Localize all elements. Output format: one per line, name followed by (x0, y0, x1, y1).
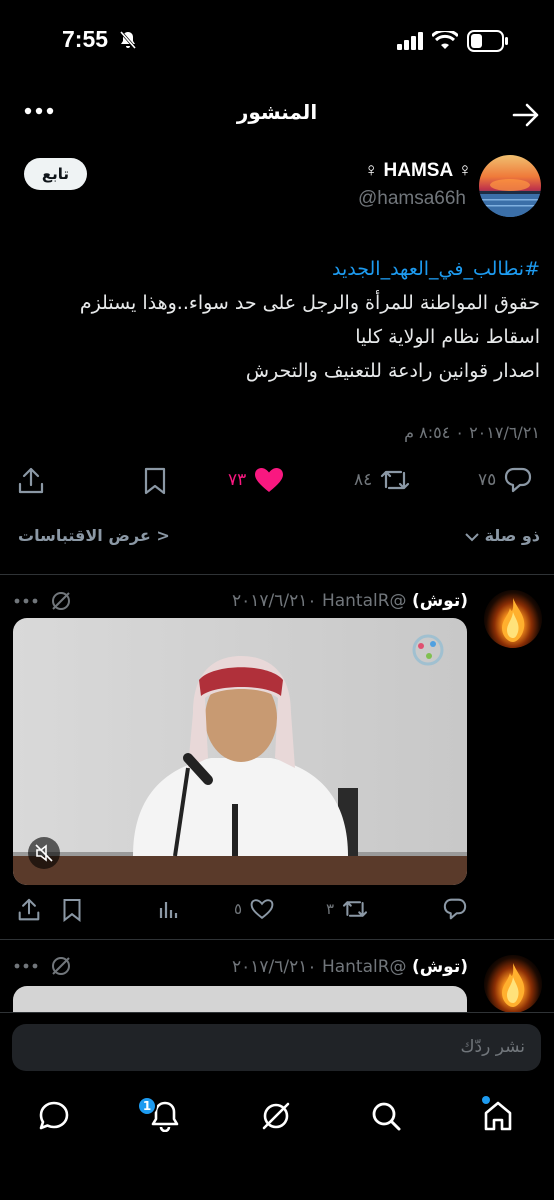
post-text: #نطالب_في_العهد_الجديد حقوق المواطنة للم… (10, 252, 540, 388)
female-symbol-icon: ♀︎ (363, 160, 379, 181)
repost-icon (342, 898, 368, 920)
bookmark-icon[interactable] (143, 467, 167, 495)
repost-icon (380, 467, 410, 493)
mute-toggle-icon[interactable] (28, 837, 60, 869)
divider (0, 574, 554, 575)
reply-like-button[interactable]: ٥ (234, 898, 274, 920)
notification-badge: 1 (137, 1096, 157, 1116)
reply-button[interactable]: ٧٥ (478, 467, 532, 493)
grok-icon[interactable] (50, 590, 72, 612)
like-button[interactable]: ٧٣ (228, 467, 284, 493)
reply-avatar[interactable] (484, 955, 542, 1013)
views-icon[interactable] (158, 900, 178, 920)
author-avatar[interactable] (479, 155, 541, 217)
post-timestamp[interactable]: ٢٠١٧/٦/٢١ ٠ ٨:٥٤ م (404, 423, 540, 442)
reply-repost-button[interactable]: ٣ (326, 898, 368, 920)
reply-bubble-icon[interactable] (443, 898, 467, 920)
repost-count: ٨٤ (354, 470, 373, 490)
view-quotes-link[interactable]: < عرض الاقتباسات (18, 526, 170, 545)
divider (0, 1012, 554, 1013)
reply-more-icon[interactable] (14, 962, 38, 970)
reply-avatar[interactable] (484, 590, 542, 648)
sort-label: ذو صلة (484, 526, 540, 545)
home-unread-dot (482, 1096, 490, 1104)
reply-more-icon[interactable] (14, 597, 38, 605)
repost-button[interactable]: ٨٤ (354, 467, 410, 493)
back-arrow-icon[interactable] (512, 102, 540, 128)
reply-handle-date: @HantalR ٢٠١٧/٦/٢١٠ (232, 591, 407, 611)
follow-button[interactable]: تابع (24, 158, 87, 190)
post-line: اصدار قوانين رادعة للتعنيف والتحرش (245, 360, 540, 382)
heart-filled-icon (254, 467, 284, 493)
replies-sort-toggle[interactable]: ذو صلة (465, 526, 540, 545)
hashtag-link[interactable]: #نطالب_في_العهد_الجديد (10, 252, 540, 286)
reply-repost-count: ٣ (326, 900, 335, 918)
reply-bookmark-icon[interactable] (62, 898, 82, 922)
chevron-down-icon (465, 532, 479, 542)
author-handle[interactable]: @hamsa66h (358, 188, 466, 210)
author-name[interactable]: ♀︎ HAMSA ♀︎ (364, 160, 472, 182)
reply-author-name: (توش) (411, 957, 468, 977)
reply-count: ٧٥ (478, 470, 497, 490)
author-display-name: HAMSA ♀︎ (383, 160, 473, 181)
compose-placeholder: نشر ردّك (460, 1037, 525, 1057)
search-icon[interactable] (370, 1100, 402, 1132)
home-icon[interactable] (482, 1100, 514, 1132)
post-line: حقوق المواطنة للمرأة والرجل على حد سواء.… (79, 292, 540, 314)
wifi-icon (432, 31, 458, 51)
share-icon[interactable] (18, 467, 44, 495)
page-title: المنشور (236, 100, 318, 124)
reply-meta[interactable]: (توش) @HantalR ٢٠١٧/٦/٢١٠ (232, 591, 468, 611)
reply-video[interactable] (13, 618, 467, 885)
reply-meta[interactable]: (توش) @HantalR ٢٠١٧/٦/٢١٠ (232, 957, 468, 977)
grok-tab-icon[interactable] (260, 1100, 292, 1132)
status-time: 7:55 (62, 26, 109, 52)
post-line: اسقاط نظام الولاية كليا (355, 326, 540, 348)
battery-icon (467, 30, 509, 52)
reply-handle-date: @HantalR ٢٠١٧/٦/٢١٠ (232, 957, 407, 977)
like-count: ٧٣ (228, 470, 247, 490)
divider (0, 939, 554, 940)
reply-compose-input[interactable]: نشر ردّك (12, 1024, 541, 1071)
heart-outline-icon (250, 898, 274, 920)
signal-icon (397, 32, 425, 50)
reply-like-count: ٥ (234, 900, 243, 918)
reply-share-icon[interactable] (18, 898, 40, 922)
messages-icon[interactable] (38, 1100, 70, 1132)
reply-bubble-icon (504, 467, 532, 493)
reply-author-name: (توش) (411, 591, 468, 611)
grok-icon[interactable] (50, 955, 72, 977)
bell-muted-icon (118, 30, 138, 50)
